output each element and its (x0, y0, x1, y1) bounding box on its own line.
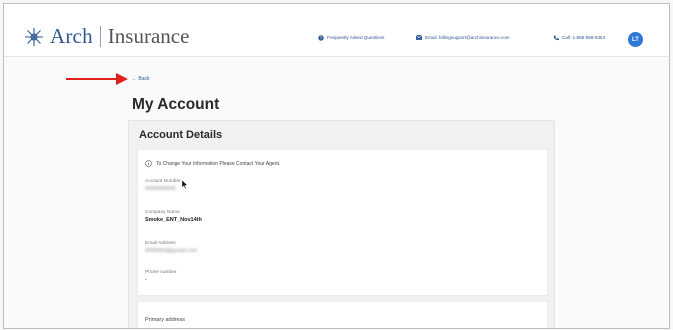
account-details-heading: Account Details (139, 129, 223, 141)
call-link[interactable]: Call: 1-855-559-8354 (552, 34, 605, 41)
email-link-label: Email: billingsupport@archinsurance.com (425, 35, 510, 40)
email-link[interactable]: Email: billingsupport@archinsurance.com (415, 34, 510, 41)
email-address-value: 0000000@gmail.com (145, 248, 198, 254)
annotation-arrow-icon (66, 73, 128, 85)
phone-icon (552, 34, 559, 41)
call-link-label: Call: 1-855-559-8354 (562, 35, 606, 40)
info-icon (145, 160, 152, 167)
info-notice-text: To Change Your Information Please Contac… (156, 160, 281, 167)
company-name-label: Company Name (145, 210, 180, 215)
primary-address-label: Primary address (145, 317, 186, 323)
mouse-cursor-icon (182, 180, 188, 189)
site-header: Arch Insurance ? Frequently Asked Questi… (4, 4, 669, 57)
faq-link-label: Frequently Asked Questions (327, 35, 385, 40)
faq-link[interactable]: ? Frequently Asked Questions (317, 34, 384, 41)
phone-number-label: Phone number (145, 270, 177, 275)
info-notice: To Change Your Information Please Contac… (145, 160, 280, 167)
envelope-icon (415, 34, 422, 41)
page-title: My Account (132, 96, 220, 113)
email-address-label: Email Address (145, 241, 176, 246)
account-number-value: 0000000000 (145, 186, 176, 192)
account-details-panel: Account Details To Change Your Informati… (128, 120, 555, 328)
back-link[interactable]: ← Back (132, 76, 150, 82)
logo-brand-suffix: Insurance (107, 24, 190, 48)
logo-icon (25, 27, 43, 46)
logo-brand-text: Arch (50, 24, 93, 48)
company-name-value: Smoke_ENT_Nov14th (145, 217, 202, 223)
account-details-card: To Change Your Information Please Contac… (137, 149, 548, 296)
logo-divider (99, 26, 101, 47)
help-icon: ? (317, 34, 324, 41)
phone-number-value: - (145, 277, 147, 283)
user-avatar[interactable]: LT (628, 32, 643, 47)
primary-address-card: Primary address (137, 301, 548, 328)
account-number-label: Account Number (145, 179, 181, 184)
browser-frame: Arch Insurance ? Frequently Asked Questi… (3, 3, 670, 329)
arch-insurance-logo[interactable]: Arch Insurance (22, 24, 189, 49)
